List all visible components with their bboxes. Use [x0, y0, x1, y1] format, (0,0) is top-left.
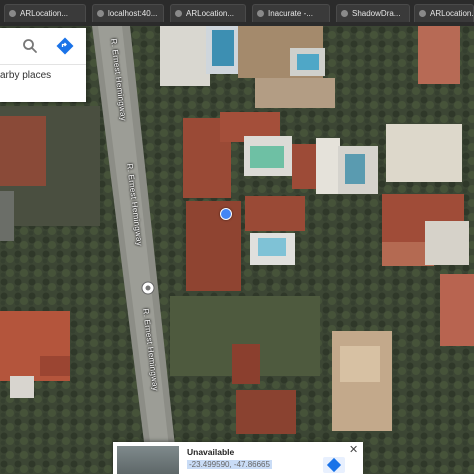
- tab-label: ARLocation...: [430, 9, 474, 18]
- browser-tab-bar: ARLocation... localhost:40... ARLocation…: [0, 0, 474, 27]
- close-icon[interactable]: ✕: [349, 443, 358, 456]
- browser-tab[interactable]: localhost:40...: [92, 4, 164, 22]
- browser-tab[interactable]: ShadowDra...: [336, 4, 410, 22]
- favicon-icon: [257, 10, 264, 17]
- street-view-status: Unavailable: [187, 447, 235, 457]
- favicon-icon: [341, 10, 348, 17]
- browser-tab[interactable]: ARLocation...: [4, 4, 86, 22]
- street-view-thumbnail[interactable]: [117, 446, 179, 474]
- tab-label: Inacurate -...: [268, 9, 313, 18]
- search-panel: arby places: [0, 28, 86, 102]
- favicon-icon: [97, 10, 104, 17]
- favicon-icon: [175, 10, 182, 17]
- tab-label: ShadowDra...: [352, 9, 401, 18]
- favicon-icon: [9, 10, 16, 17]
- directions-icon[interactable]: [323, 457, 345, 473]
- search-icon[interactable]: [22, 38, 38, 54]
- coordinates-link[interactable]: -23.499590, -47.86665: [187, 460, 272, 469]
- current-location-marker: [220, 208, 232, 220]
- nearby-places-label[interactable]: arby places: [0, 70, 51, 81]
- tab-label: ARLocation...: [20, 9, 69, 18]
- street-view-card: Unavailable -23.499590, -47.86665 ✕: [113, 442, 363, 474]
- search-box[interactable]: [0, 28, 86, 65]
- favicon-icon: [419, 10, 426, 17]
- browser-tab[interactable]: ARLocation...: [170, 4, 246, 22]
- tab-label: localhost:40...: [108, 9, 158, 18]
- directions-icon[interactable]: [56, 37, 74, 55]
- street-view-marker-icon[interactable]: [141, 281, 155, 295]
- browser-tab[interactable]: ARLocation...: [414, 4, 474, 22]
- tab-label: ARLocation...: [186, 9, 235, 18]
- browser-tab[interactable]: Inacurate -...: [252, 4, 330, 22]
